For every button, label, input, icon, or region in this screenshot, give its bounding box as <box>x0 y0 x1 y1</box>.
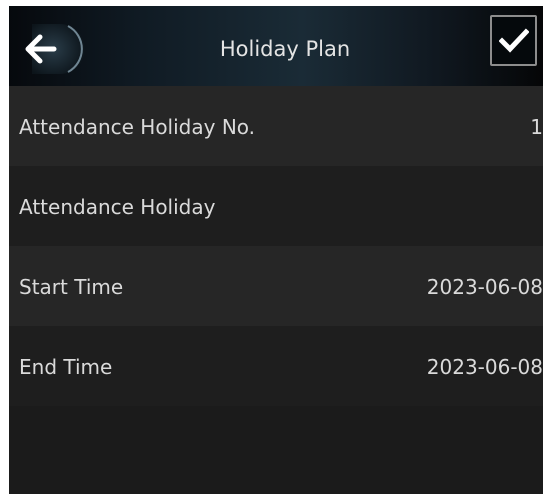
field-row-start-time[interactable]: Start Time 2023-06-08 <box>9 246 543 326</box>
header-bar: Holiday Plan <box>9 6 543 86</box>
field-value: 2023-06-08 <box>426 275 543 299</box>
field-label: Start Time <box>19 275 124 299</box>
checkmark-icon <box>499 28 529 53</box>
page-title: Holiday Plan <box>219 37 351 61</box>
field-row-attendance-holiday[interactable]: Attendance Holiday <box>9 166 543 246</box>
field-value: 2023-06-08 <box>426 355 543 379</box>
holiday-plan-screen: Holiday Plan Attendance Holiday No. 1 At… <box>9 6 543 494</box>
back-button[interactable] <box>12 20 86 78</box>
field-label: Attendance Holiday No. <box>19 115 256 139</box>
field-label: End Time <box>19 355 113 379</box>
confirm-button[interactable] <box>490 15 537 66</box>
field-label: Attendance Holiday <box>19 195 216 219</box>
field-row-end-time[interactable]: End Time 2023-06-08 <box>9 326 543 406</box>
field-row-holiday-no[interactable]: Attendance Holiday No. 1 <box>9 86 543 166</box>
field-value: 1 <box>530 115 543 139</box>
arrow-left-icon <box>25 24 85 74</box>
screen: Holiday Plan Attendance Holiday No. 1 At… <box>0 0 543 498</box>
